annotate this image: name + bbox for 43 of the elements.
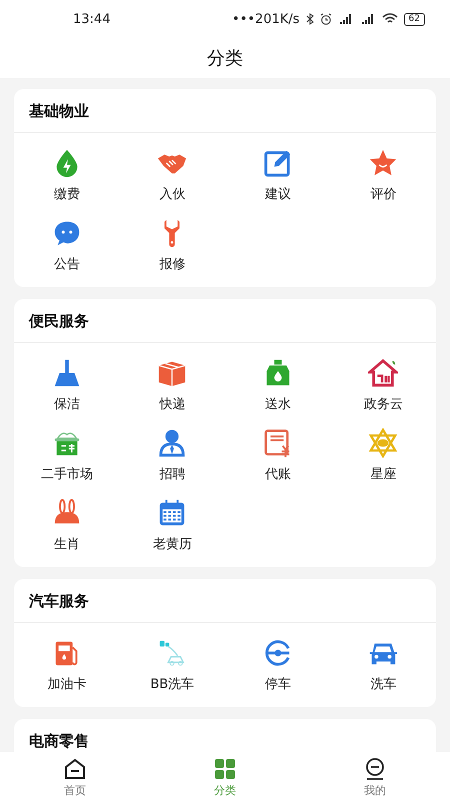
section-title: 便民服务 (14, 299, 436, 343)
category-item[interactable]: 生肖 (14, 487, 120, 557)
category-item[interactable]: 代账 (225, 417, 330, 487)
category-item[interactable]: 停车 (225, 627, 330, 697)
network-speed: •••201K/s (232, 12, 300, 26)
signal-icon (338, 13, 354, 25)
category-item[interactable]: BB洗车 (120, 627, 225, 697)
battery-icon: 62 (404, 12, 425, 26)
tab[interactable]: 我的 (300, 752, 450, 800)
grid-icon (213, 757, 237, 781)
bluetooth-icon (306, 13, 314, 25)
category-item[interactable]: 加油卡 (14, 627, 120, 697)
alarm-icon (320, 13, 332, 25)
category-item[interactable]: 送水 (225, 347, 330, 417)
category-item[interactable]: 快递 (120, 347, 225, 417)
section-title: 汽车服务 (14, 579, 436, 623)
category-item[interactable]: 公告 (14, 207, 120, 277)
clock: 13:44 (73, 12, 110, 26)
category-item[interactable]: 洗车 (330, 627, 436, 697)
category-item[interactable]: 缴费 (14, 137, 120, 207)
category-item[interactable]: 保洁 (14, 347, 120, 417)
house-icon (368, 358, 398, 388)
category-item[interactable]: 老黄历 (120, 487, 225, 557)
page-title: 分类 (207, 47, 243, 70)
hexagram-icon (368, 428, 398, 458)
signal-icon (360, 13, 376, 25)
tab[interactable]: 首页 (0, 752, 150, 800)
category-item[interactable]: 评价 (330, 137, 436, 207)
person-icon (157, 428, 188, 458)
category-item[interactable]: 政务云 (330, 347, 436, 417)
category-item[interactable]: 星座 (330, 417, 436, 487)
category-item[interactable]: 入伙 (120, 137, 225, 207)
home-icon (63, 757, 87, 781)
category-item[interactable]: 二手市场 (14, 417, 120, 487)
face-icon (363, 757, 387, 781)
wifi-icon (382, 13, 398, 25)
category-item[interactable]: 招聘 (120, 417, 225, 487)
tab[interactable]: 分类 (150, 752, 300, 800)
section-title: 基础物业 (14, 89, 436, 133)
category-item[interactable]: 报修 (120, 207, 225, 277)
edit-icon (262, 148, 293, 178)
star-icon (368, 148, 398, 178)
category-item[interactable]: 建议 (225, 137, 330, 207)
